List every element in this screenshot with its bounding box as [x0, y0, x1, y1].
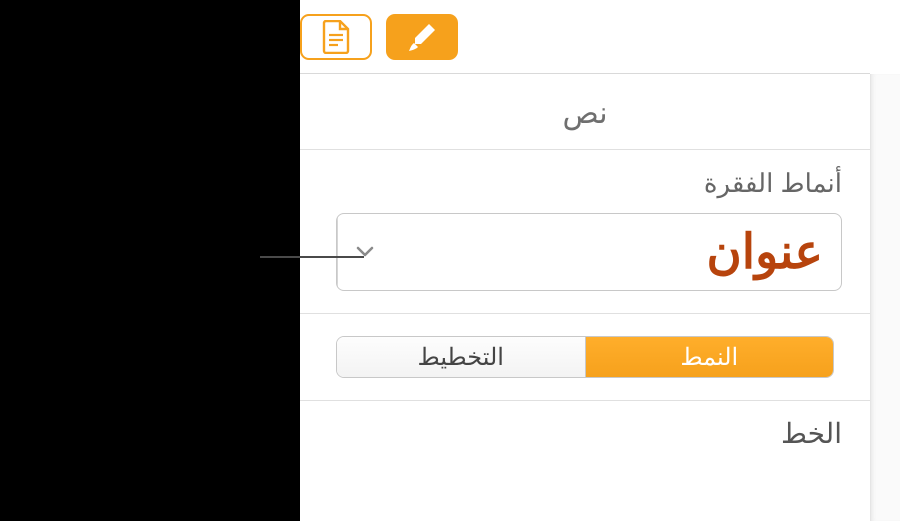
- text-tabs-row: النمط التخطيط: [300, 314, 870, 401]
- document-tab-button[interactable]: [300, 14, 372, 60]
- brush-icon: [405, 20, 439, 54]
- paragraph-style-selected: عنوان: [391, 214, 841, 290]
- font-section-label: الخط: [300, 401, 870, 450]
- tab-style[interactable]: النمط: [586, 337, 834, 377]
- inspector-toolbar: [300, 0, 870, 74]
- callout-line: [260, 256, 364, 258]
- paragraph-styles-section: أنماط الفقرة عنوان: [300, 150, 870, 314]
- paragraph-styles-label: أنماط الفقرة: [336, 168, 842, 199]
- format-inspector: نص أنماط الفقرة عنوان النمط التخطيط الخط: [300, 0, 870, 521]
- paragraph-style-picker[interactable]: عنوان: [336, 213, 842, 291]
- format-tab-button[interactable]: [386, 14, 458, 60]
- tab-layout[interactable]: التخطيط: [337, 337, 586, 377]
- inspector-section-title: نص: [300, 74, 870, 150]
- text-tabs-segmented: النمط التخطيط: [336, 336, 834, 378]
- document-icon: [322, 20, 350, 54]
- chevron-down-icon[interactable]: [337, 214, 391, 290]
- document-edge: [870, 74, 900, 521]
